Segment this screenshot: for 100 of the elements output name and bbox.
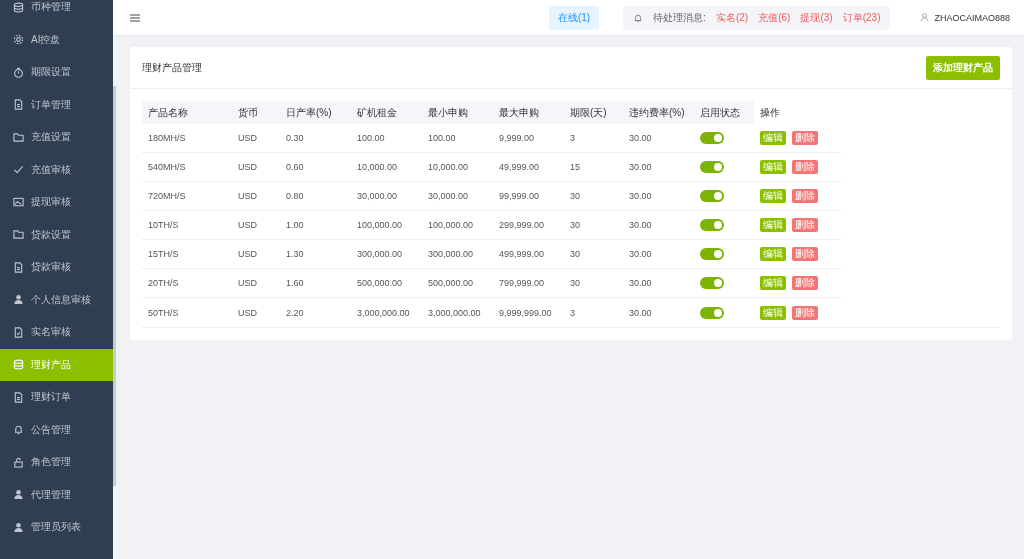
- folder-icon: [13, 131, 24, 143]
- table-cell-text: 300,000.00: [356, 249, 404, 259]
- delete-button[interactable]: 删除: [792, 247, 818, 261]
- sidebar-item[interactable]: 贷款审核: [0, 251, 113, 284]
- status-toggle[interactable]: [700, 132, 724, 144]
- user-icon: [13, 489, 24, 501]
- column-header: 矿机租金: [351, 101, 422, 124]
- status-toggle[interactable]: [700, 219, 724, 231]
- table-cell-text: 2.20: [285, 307, 305, 318]
- table-cell-text: 30.00: [628, 162, 653, 172]
- edit-button[interactable]: 编辑: [760, 131, 786, 145]
- sidebar-label: 管理员列表: [31, 520, 81, 535]
- add-product-button[interactable]: 添加理财产品: [926, 55, 1000, 80]
- table-cell-text: 299,999.00: [498, 220, 546, 230]
- table-cell-text: 1.00: [285, 220, 305, 230]
- table-cell-text: 540MH/S: [147, 162, 187, 172]
- sidebar-item[interactable]: 管理员列表: [0, 511, 113, 544]
- table-cell-text: USD: [237, 191, 258, 201]
- status-toggle[interactable]: [700, 248, 724, 260]
- status-toggle[interactable]: [700, 306, 724, 319]
- table-cell-text: 100.00: [356, 133, 386, 143]
- column-header: 产品名称: [142, 101, 232, 124]
- check-icon: [13, 164, 24, 176]
- delete-button[interactable]: 删除: [792, 160, 818, 174]
- pending-link[interactable]: 充值(6): [758, 10, 791, 25]
- edit-button[interactable]: 编辑: [760, 247, 786, 261]
- table-cell-text: 180MH/S: [147, 133, 187, 143]
- pending-link[interactable]: 订单(23): [842, 10, 881, 25]
- sidebar-item[interactable]: 充值设置: [0, 121, 113, 154]
- sidebar-label: 理财产品: [31, 357, 71, 372]
- status-toggle[interactable]: [700, 277, 724, 289]
- table-cell-text: 30: [569, 220, 581, 230]
- table-cell-text: 10,000.00: [356, 162, 399, 172]
- table-cell-text: 49,999.00: [498, 162, 541, 172]
- table-cell-text: 100,000.00: [427, 220, 475, 230]
- sidebar-item[interactable]: 公告管理: [0, 413, 113, 446]
- sidebar-item[interactable]: 币种管理: [0, 0, 113, 24]
- column-header: 货币: [232, 101, 280, 124]
- folder-icon: [13, 229, 24, 241]
- table-cell-text: 0.80: [285, 191, 305, 201]
- sidebar-item[interactable]: 个人信息审核: [0, 283, 113, 316]
- sidebar-label: 充值审核: [31, 162, 71, 177]
- table-cell-text: USD: [237, 133, 258, 143]
- sidebar-label: 贷款审核: [31, 260, 71, 275]
- pending-label: 待处理消息:: [653, 10, 706, 25]
- table-cell-text: 500,000.00: [356, 278, 404, 288]
- table-cell-text: USD: [237, 220, 258, 230]
- coin-stack-icon: [13, 1, 24, 13]
- table-cell-text: 3,000,000.00: [356, 307, 411, 318]
- bell-icon: [13, 424, 24, 436]
- delete-button[interactable]: 删除: [792, 189, 818, 203]
- sidebar-item[interactable]: 贷款设置: [0, 218, 113, 251]
- table-cell-text: 20TH/S: [147, 278, 180, 288]
- delete-button[interactable]: 删除: [792, 276, 818, 290]
- sidebar-item[interactable]: 理财产品: [0, 348, 113, 381]
- delete-button[interactable]: 删除: [792, 131, 818, 145]
- table-cell-text: 0.30: [285, 133, 305, 143]
- status-toggle[interactable]: [700, 190, 724, 202]
- edit-button[interactable]: 编辑: [760, 218, 786, 232]
- edit-button[interactable]: 编辑: [760, 189, 786, 203]
- table-cell-text: 100.00: [427, 133, 457, 143]
- sidebar-item[interactable]: 充值审核: [0, 153, 113, 186]
- table-cell-text: 0.60: [285, 162, 305, 172]
- menu-icon[interactable]: [130, 13, 140, 22]
- username[interactable]: ZHAOCAIMAO888: [934, 12, 1010, 23]
- gear-icon: [13, 34, 24, 46]
- status-toggle[interactable]: [700, 161, 724, 173]
- pending-link[interactable]: 提现(3): [800, 10, 833, 25]
- table-cell-text: 1.60: [285, 278, 305, 288]
- sidebar-item[interactable]: 理财订单: [0, 381, 113, 414]
- sidebar-label: 币种管理: [31, 0, 71, 15]
- table-cell-text: 499,999.00: [498, 249, 546, 259]
- column-header: 最大申购: [493, 101, 564, 124]
- table-cell-text: 30.00: [628, 307, 653, 318]
- edit-button[interactable]: 编辑: [760, 160, 786, 174]
- online-badge[interactable]: 在线(1): [548, 5, 600, 30]
- pending-link[interactable]: 实名(2): [715, 10, 749, 25]
- sidebar-item[interactable]: 订单管理: [0, 88, 113, 121]
- stopwatch-icon: [13, 66, 24, 78]
- column-header: 启用状态: [694, 101, 754, 124]
- document-icon: [13, 99, 24, 111]
- sidebar-item[interactable]: 代理管理: [0, 478, 113, 511]
- document-icon: [13, 261, 24, 273]
- sidebar-item[interactable]: 提现审核: [0, 186, 113, 219]
- table-cell-text: 30: [569, 278, 581, 288]
- delete-button[interactable]: 删除: [792, 218, 818, 232]
- sidebar-item[interactable]: 期限设置: [0, 56, 113, 89]
- table-cell-text: 30: [569, 249, 581, 259]
- table-cell-text: USD: [237, 278, 258, 288]
- document-check-icon: [13, 326, 24, 338]
- table-cell-text: 720MH/S: [147, 191, 187, 201]
- edit-button[interactable]: 编辑: [760, 276, 786, 290]
- delete-button[interactable]: 删除: [792, 305, 818, 320]
- sidebar-item[interactable]: AI控盘: [0, 23, 113, 56]
- sidebar-item[interactable]: 角色管理: [0, 446, 113, 479]
- column-header: 日产率(%): [280, 101, 351, 124]
- table-cell-text: 799,999.00: [498, 278, 546, 288]
- edit-button[interactable]: 编辑: [760, 305, 786, 320]
- sidebar-item[interactable]: 实名审核: [0, 316, 113, 349]
- table-cell-text: USD: [237, 307, 258, 318]
